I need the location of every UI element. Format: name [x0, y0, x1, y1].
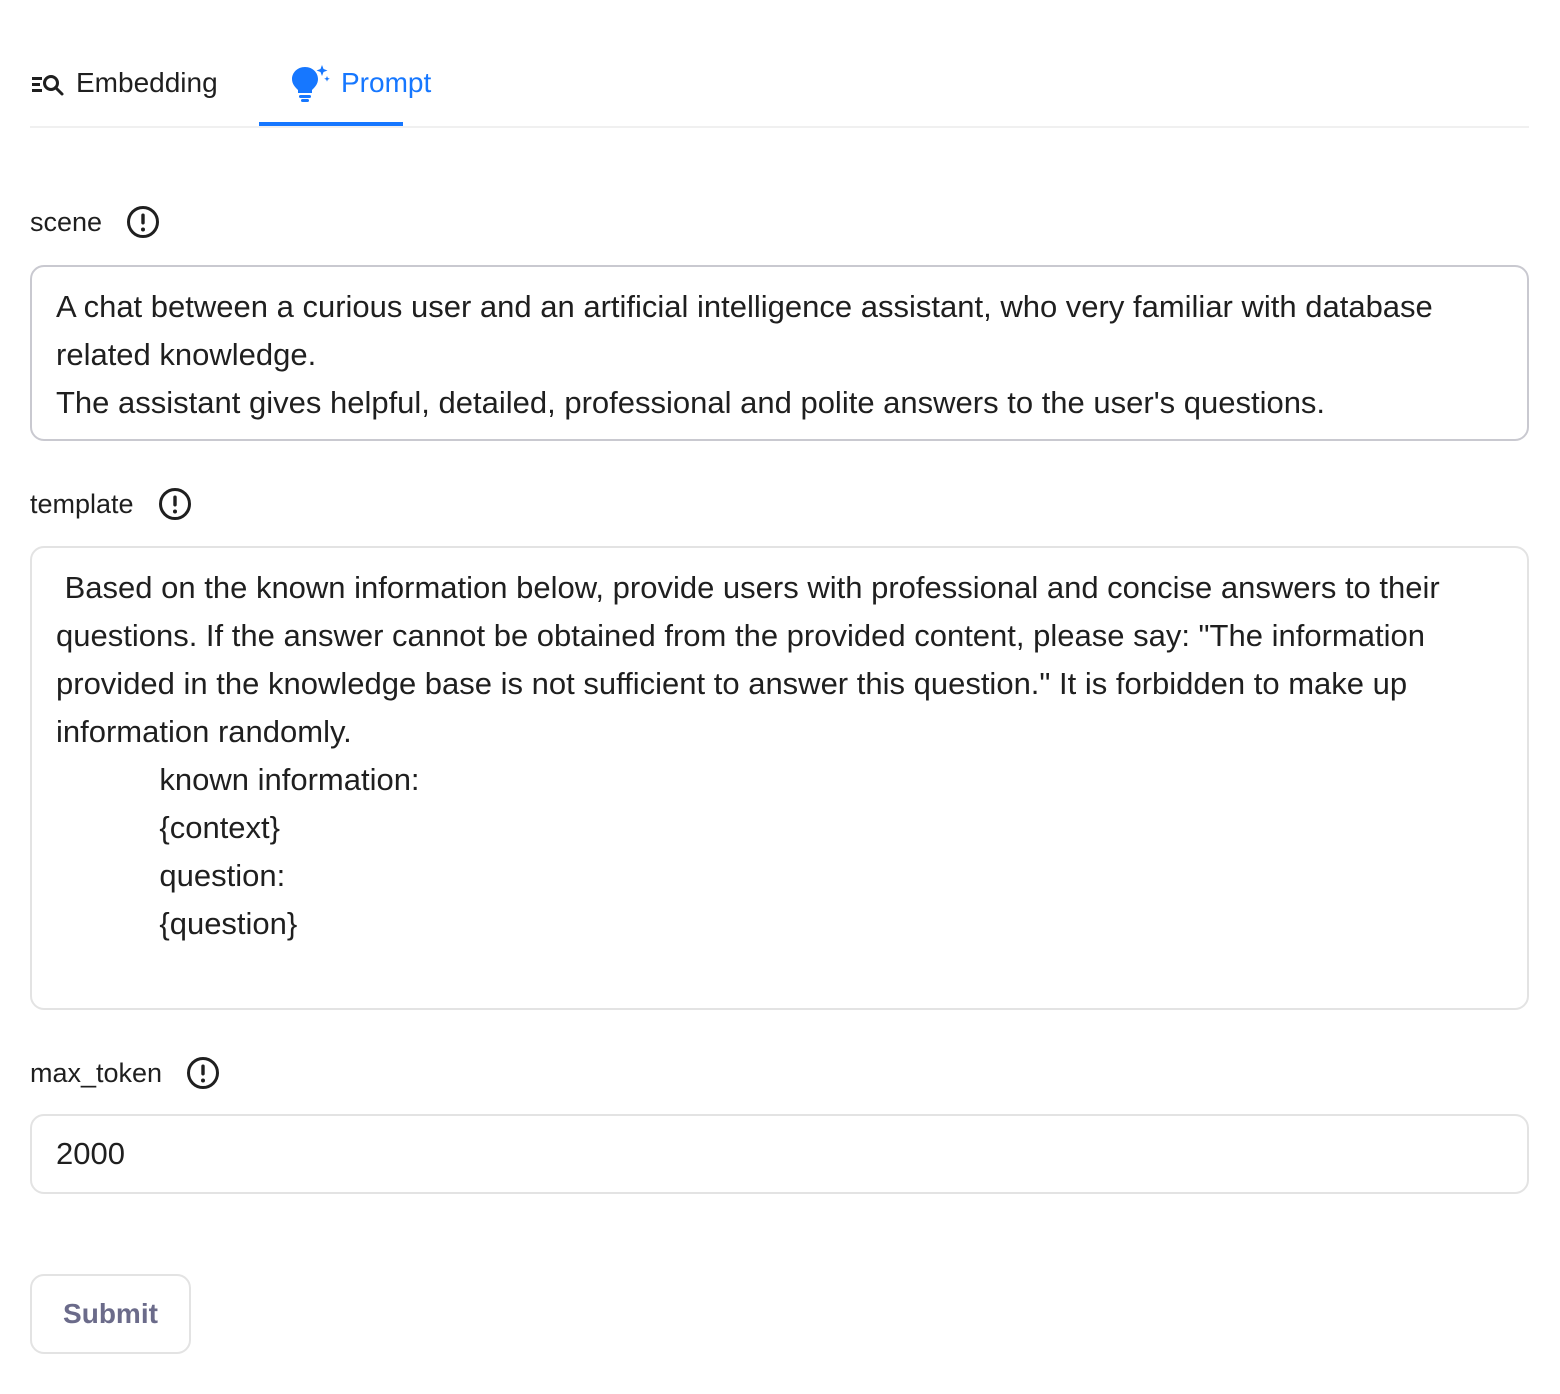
tab-embedding-label: Embedding	[76, 67, 218, 98]
info-icon[interactable]	[158, 487, 192, 521]
submit-button[interactable]: Submit	[30, 1274, 191, 1354]
search-list-icon	[30, 68, 66, 98]
scene-label: scene	[30, 206, 103, 237]
max-token-input[interactable]: 2000	[30, 1114, 1529, 1194]
active-tab-indicator	[259, 122, 403, 126]
tab-prompt-label: Prompt	[341, 67, 432, 98]
template-textarea[interactable]: Based on the known information below, pr…	[30, 546, 1529, 1010]
tab-bar: Embedding Prompt	[30, 0, 1529, 128]
tab-prompt[interactable]: Prompt	[289, 56, 431, 110]
scene-textarea[interactable]: A chat between a curious user and an art…	[30, 265, 1529, 441]
max-token-label-row: max_token	[30, 1056, 220, 1090]
lightbulb-sparkle-icon	[289, 63, 331, 103]
template-label: template	[30, 488, 134, 519]
template-label-row: template	[30, 487, 192, 521]
max-token-label: max_token	[30, 1057, 163, 1088]
tab-embedding[interactable]: Embedding	[30, 56, 218, 110]
max-token-value: 2000	[56, 1136, 125, 1171]
info-icon[interactable]	[126, 205, 160, 239]
info-icon[interactable]	[186, 1056, 220, 1090]
scene-label-row: scene	[30, 205, 160, 239]
